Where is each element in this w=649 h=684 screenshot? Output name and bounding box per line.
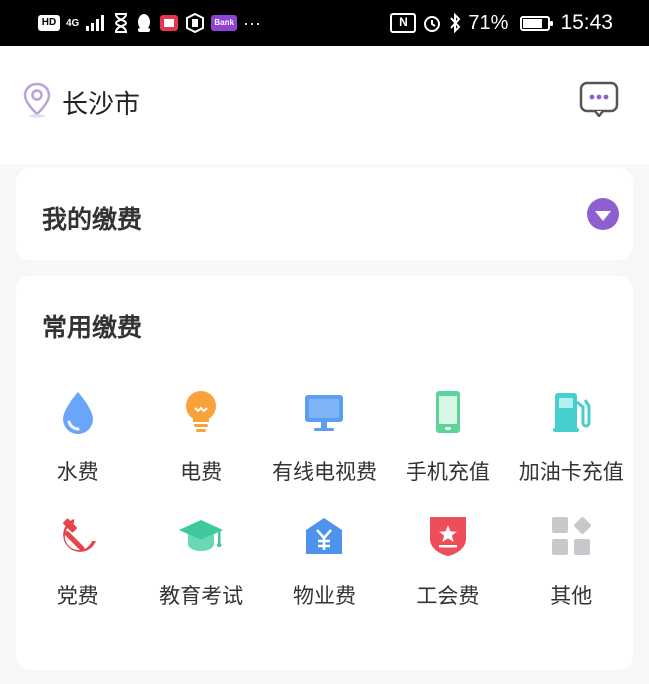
property-building-icon [306, 518, 343, 554]
battery-icon [520, 15, 554, 31]
alarm-icon [424, 16, 441, 32]
payment-item-label: 物业费 [292, 584, 356, 608]
status-bar: HD 4G Bank ··· N 71% 15:43 [0, 0, 649, 46]
battery-percent: 71% [468, 11, 509, 34]
union-shield-icon [429, 517, 466, 556]
payment-item-mobile-topup[interactable]: 手机充值 [386, 382, 509, 506]
payment-item-cable-tv[interactable]: 有线电视费 [263, 382, 386, 506]
payment-item-label: 手机充值 [405, 460, 490, 484]
nfc-icon: N [390, 13, 417, 33]
my-payment-card[interactable]: 我的缴费 [16, 168, 633, 260]
my-payment-title: 我的缴费 [42, 205, 143, 234]
lightbulb-icon [186, 391, 217, 432]
payment-item-label: 其他 [550, 584, 593, 608]
location-pin-icon[interactable] [22, 82, 52, 118]
bluetooth-icon [450, 13, 461, 33]
payment-item-electricity[interactable]: 电费 [139, 382, 262, 506]
tv-monitor-icon [305, 395, 344, 431]
more-notifications: ··· [242, 12, 261, 33]
hourglass-icon [115, 13, 128, 33]
qq-icon [138, 14, 151, 32]
header-bar: 长沙市 [0, 46, 649, 164]
water-drop-icon [62, 392, 93, 434]
payment-item-fuel-card[interactable]: 加油卡充值 [510, 382, 633, 506]
hammer-sickle-icon [62, 518, 96, 552]
chevron-down-icon [595, 210, 611, 221]
clock: 15:43 [560, 11, 613, 34]
payment-item-label: 教育考试 [159, 584, 244, 608]
signal-icon [86, 15, 105, 31]
payment-item-label: 党费 [56, 584, 99, 608]
mobile-phone-icon [435, 391, 460, 433]
message-button[interactable] [579, 81, 619, 117]
city-selector[interactable]: 长沙市 [62, 84, 140, 121]
payment-grid: 水费 电费 有线电视费 手机充值 加油卡充值 党费 教育考试 物业费 工会费 其… [16, 382, 633, 630]
payment-item-label: 工会费 [416, 584, 480, 608]
bank-app-icon: Bank [211, 15, 237, 31]
payment-item-water[interactable]: 水费 [16, 382, 139, 506]
payment-item-label: 有线电视费 [271, 460, 377, 484]
hd-indicator: HD [38, 15, 60, 31]
fuel-pump-icon [553, 393, 591, 432]
common-payment-title: 常用缴费 [42, 313, 143, 342]
hand-app-icon [186, 13, 205, 33]
payment-item-union-fee[interactable]: 工会费 [386, 506, 509, 630]
payment-item-property-fee[interactable]: 物业费 [263, 506, 386, 630]
payment-item-education-exam[interactable]: 教育考试 [139, 506, 262, 630]
common-payment-card: 常用缴费 水费 电费 有线电视费 手机充值 加油卡充值 党费 教育考试 物业费 … [16, 276, 633, 670]
graduation-cap-icon [179, 520, 224, 551]
grid-other-icon [552, 517, 592, 555]
payment-item-label: 水费 [56, 460, 99, 484]
book-app-icon [160, 15, 179, 31]
payment-item-party-fee[interactable]: 党费 [16, 506, 139, 630]
payment-item-label: 电费 [180, 460, 223, 484]
payment-item-other[interactable]: 其他 [510, 506, 633, 630]
network-type: 4G [66, 17, 80, 29]
expand-dropdown-button[interactable] [587, 198, 619, 230]
payment-item-label: 加油卡充值 [518, 460, 624, 484]
